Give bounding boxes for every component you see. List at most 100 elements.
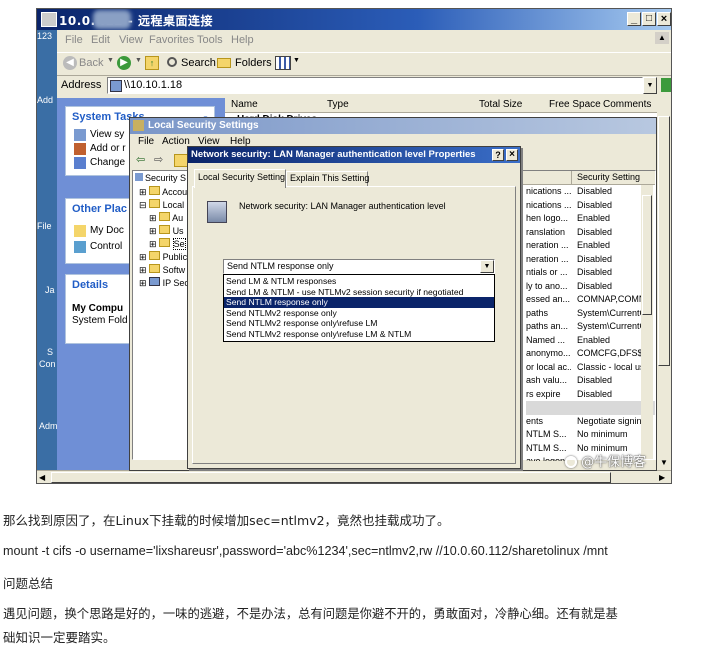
folders-button-label[interactable]: Folders (235, 57, 272, 69)
task-add-remove[interactable]: Add or r (90, 143, 126, 154)
policy-value-cell[interactable]: System\CurrentCon... (577, 320, 643, 334)
option-ntlmv2-only[interactable]: Send NTLMv2 response only (224, 308, 496, 319)
policy-name-cell[interactable]: anonymo... (526, 347, 571, 361)
other-places-title[interactable]: Other Plac (72, 203, 127, 215)
hscroll-right-arrow[interactable]: ▶ (659, 471, 665, 483)
back-button-label[interactable]: Back (79, 57, 103, 69)
option-ntlmv2-refuse-lm[interactable]: Send NTLMv2 response only\refuse LM (224, 318, 496, 329)
search-icon[interactable] (167, 57, 177, 67)
col-comments[interactable]: Comments (603, 99, 651, 110)
address-input[interactable]: \\10.10.1.18 (107, 77, 643, 94)
policy-name-cell[interactable]: rs expire (526, 388, 571, 402)
search-button-label[interactable]: Search (181, 57, 216, 69)
lss-menu-file[interactable]: File (138, 136, 154, 147)
lss-title-bar[interactable]: Local Security Settings (130, 118, 656, 134)
rdp-close-button[interactable]: × (657, 12, 671, 26)
policy-name-cell[interactable]: ly to ano... (526, 280, 571, 294)
col-type[interactable]: Type (327, 99, 349, 110)
dialog-help-button[interactable]: ? (492, 149, 504, 161)
policy-name-cell[interactable]: paths (526, 307, 571, 321)
rdp-minimize-button[interactable]: _ (627, 12, 641, 26)
policy-value-cell[interactable]: Disabled (577, 199, 643, 213)
lss-forward-icon[interactable]: ⇨ (154, 153, 163, 166)
policy-value-cell[interactable]: COMCFG,DFS$ (577, 347, 643, 361)
option-lm-ntlm[interactable]: Send LM & NTLM responses (224, 276, 496, 287)
tree-software[interactable]: ⊞ Softw (139, 264, 185, 276)
policy-name-cell[interactable]: neration ... (526, 239, 571, 253)
policy-value-cell[interactable]: Disabled (577, 388, 643, 402)
details-title[interactable]: Details (72, 279, 108, 291)
option-ntlm-only[interactable]: Send NTLM response only (224, 297, 494, 308)
tree-public-key[interactable]: ⊞ Public (139, 251, 187, 263)
menu-favorites[interactable]: Favorites (149, 34, 194, 46)
policy-name-cell[interactable]: Named ... (526, 334, 571, 348)
menu-help[interactable]: Help (231, 34, 254, 46)
col-name[interactable]: Name (231, 99, 258, 110)
desktop-label-4[interactable]: Ja (45, 285, 55, 295)
policy-name-cell[interactable]: ash valu... (526, 374, 571, 388)
up-folder-icon[interactable]: ↑ (145, 56, 159, 70)
policy-value-cell[interactable]: Enabled (577, 239, 643, 253)
option-lm-ntlm-v2-session[interactable]: Send LM & NTLM - use NTLMv2 session secu… (224, 287, 496, 298)
policy-value-cell[interactable]: Enabled (577, 334, 643, 348)
policy-name-cell[interactable]: NTLM S... (526, 428, 571, 442)
col-free-space[interactable]: Free Space (549, 99, 601, 110)
policy-name-cell[interactable]: paths an... (526, 320, 571, 334)
tab-explain-setting[interactable]: Explain This Setting (286, 171, 369, 187)
lss-back-icon[interactable]: ⇦ (136, 153, 145, 166)
policy-value-cell[interactable]: Disabled (577, 226, 643, 240)
policy-list-vscroll[interactable] (641, 185, 653, 459)
menu-tools[interactable]: Tools (197, 34, 223, 46)
policy-value-cell[interactable]: System\CurrentCon... (577, 307, 643, 321)
tree-ip-security[interactable]: ⊞ IP Sec (139, 277, 189, 289)
policy-name-cell[interactable]: nications ... (526, 185, 571, 199)
dialog-title-bar[interactable]: Network security: LAN Manager authentica… (188, 147, 520, 163)
forward-icon[interactable]: ▶ (117, 56, 131, 70)
auth-level-dropdown-arrow[interactable]: ▼ (480, 260, 494, 273)
menu-view[interactable]: View (119, 34, 143, 46)
hscroll-thumb[interactable] (51, 472, 611, 483)
top-scroll-up-arrow[interactable]: ▲ (655, 32, 669, 44)
tab-local-security-setting[interactable]: Local Security Setting (194, 169, 286, 188)
policy-value-cell[interactable]: Disabled (577, 266, 643, 280)
policy-name-cell[interactable]: or local ac... (526, 361, 571, 375)
col-total-size[interactable]: Total Size (479, 99, 522, 110)
folders-icon[interactable] (217, 58, 231, 68)
dialog-close-button[interactable]: × (506, 149, 518, 161)
policy-value-cell[interactable]: Disabled (577, 185, 643, 199)
menu-file[interactable]: File (65, 34, 83, 46)
views-icon[interactable] (275, 56, 291, 70)
task-view-system[interactable]: View sy (90, 129, 124, 140)
policy-value-cell[interactable]: No minimum (577, 428, 643, 442)
desktop-label-2[interactable]: Add (37, 95, 53, 105)
vscroll-down-arrow[interactable]: ▼ (657, 456, 671, 470)
option-ntlmv2-refuse-lm-ntlm[interactable]: Send NTLMv2 response only\refuse LM & NT… (224, 329, 496, 340)
policy-name-cell[interactable]: neration ... (526, 253, 571, 267)
policy-value-cell[interactable]: Disabled (577, 253, 643, 267)
policy-name-cell[interactable]: ents (526, 415, 571, 429)
desktop-label-1[interactable]: 123 (37, 31, 52, 41)
policy-name-cell[interactable]: ntials or ... (526, 266, 571, 280)
policy-value-cell[interactable]: Classic - local users ... (577, 361, 643, 375)
lss-menu-action[interactable]: Action (162, 136, 190, 147)
menu-edit[interactable]: Edit (91, 34, 110, 46)
back-icon[interactable]: ◀ (63, 56, 77, 70)
tree-user-rights[interactable]: ⊞ Us (149, 225, 184, 237)
desktop-label-7[interactable]: Adm (39, 421, 58, 431)
col-security-setting[interactable]: Security Setting (577, 172, 640, 182)
desktop-label-3[interactable]: File (37, 221, 52, 231)
go-icon[interactable] (661, 78, 671, 92)
auth-level-select[interactable]: Send NTLM response only ▼ (223, 259, 495, 274)
tree-audit[interactable]: ⊞ Au (149, 212, 183, 224)
rdp-maximize-button[interactable]: □ (642, 12, 656, 26)
explorer-vscroll[interactable]: ▼ (657, 98, 671, 470)
tree-root[interactable]: Security S (135, 173, 186, 183)
tree-local-policies[interactable]: ⊟ Local I (139, 199, 189, 211)
forward-dropdown-icon[interactable]: ▼ (135, 57, 142, 64)
policy-value-cell[interactable]: Disabled (577, 280, 643, 294)
policy-value-cell[interactable]: Disabled (577, 374, 643, 388)
policy-value-cell[interactable]: Enabled (577, 212, 643, 226)
tree-account-policies[interactable]: ⊞ Accou (139, 186, 187, 198)
back-dropdown-icon[interactable]: ▼ (107, 57, 114, 64)
policy-name-cell[interactable]: ranslation (526, 226, 571, 240)
